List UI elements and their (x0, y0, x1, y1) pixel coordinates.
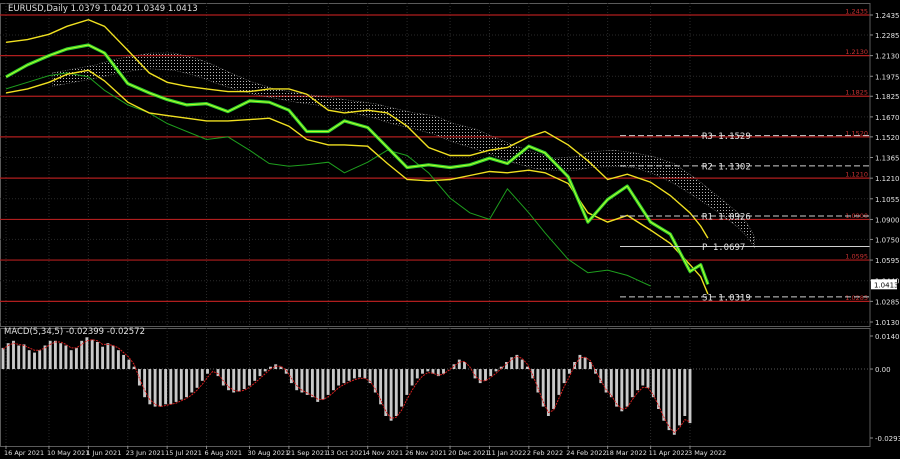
pivot-level-label: R3 1.1529 (702, 132, 751, 142)
x-axis-tick-label: 10 May 2021 (47, 449, 89, 457)
price-axis-tick-label: 1.0900 (875, 216, 900, 224)
x-axis-tick-label: 16 Apr 2021 (4, 449, 44, 457)
macd-axis-tick-label: 0.00 (875, 366, 891, 374)
trading-chart[interactable]: 1.2435 1.2130 1.1825 1.1520 1.1210 1.0900 1.05… (0, 0, 900, 459)
x-axis-tick-label: 4 Nov 2021 (366, 449, 404, 457)
price-axis-tick-label: 1.2285 (875, 32, 900, 40)
price-axis-tick-label: 1.1365 (875, 155, 900, 163)
price-axis-tick-label: 1.0750 (875, 236, 900, 244)
x-axis-tick-label: 18 Mar 2022 (606, 449, 647, 457)
x-axis-tick-label: 21 Sep 2021 (287, 449, 328, 457)
x-axis-tick-label: 15 Jul 2021 (165, 449, 202, 457)
price-axis-tick-label: 1.1825 (875, 93, 900, 101)
x-axis-tick-label: 13 Oct 2021 (326, 449, 366, 457)
x-axis-tick-label: 1 Jun 2021 (86, 449, 121, 457)
x-axis-tick-label: 2 Feb 2022 (527, 449, 563, 457)
price-axis-tick-label: 1.0285 (875, 298, 900, 306)
x-axis-tick-label: 26 Nov 2021 (405, 449, 447, 457)
x-axis-tick-label: 11 Apr 2022 (649, 449, 689, 457)
price-axis-tick-label: 1.0130 (875, 319, 900, 327)
macd-axis-tick-label: -0.02935 (875, 435, 900, 443)
pivot-level-label: R2 1.1302 (702, 162, 751, 172)
x-axis-tick-label: 11 Jan 2022 (487, 449, 526, 457)
price-axis-tick-label: 1.1975 (875, 73, 900, 81)
pivot-level-label: P 1.0697 (702, 243, 745, 253)
symbol-header: EURUSD,Daily 1.0379 1.0420 1.0349 1.0413 (8, 4, 198, 14)
resistance-level-label: 1.2130 (845, 48, 868, 56)
price-axis-tick-label: 1.2130 (875, 53, 900, 61)
price-axis-tick-label: 1.1210 (875, 175, 900, 183)
macd-header: MACD(5,34,5) -0.02399 -0.02572 (4, 327, 145, 337)
x-axis-tick-label: 3 May 2022 (688, 449, 726, 457)
resistance-level-label: 1.0595 (845, 253, 868, 261)
resistance-level-label: 1.1825 (845, 89, 868, 97)
current-price-label: 1.0413 (874, 281, 899, 289)
pivot-level-label: S1 1.0319 (702, 293, 751, 303)
macd-axis-tick-label: 0.01406 (875, 333, 900, 341)
resistance-level-label: 1.1210 (845, 171, 868, 179)
price-axis-tick-label: 1.2435 (875, 12, 900, 20)
price-axis-tick-label: 1.1670 (875, 114, 900, 122)
x-axis-tick-label: 30 Aug 2021 (248, 449, 290, 457)
x-axis-tick-label: 23 Jun 2021 (126, 449, 165, 457)
pivot-level-label: R1 1.0926 (702, 212, 751, 222)
resistance-level-label: 1.2435 (845, 8, 868, 16)
x-axis-tick-label: 24 Feb 2022 (566, 449, 606, 457)
resistance-level-label: 1.0285 (845, 294, 868, 302)
x-axis-tick-label: 20 Dec 2021 (448, 449, 490, 457)
x-axis-tick-label: 6 Aug 2021 (205, 449, 243, 457)
price-axis-tick-label: 1.0595 (875, 257, 900, 265)
price-axis-tick-label: 1.1520 (875, 134, 900, 142)
price-axis-tick-label: 1.1055 (875, 196, 900, 204)
